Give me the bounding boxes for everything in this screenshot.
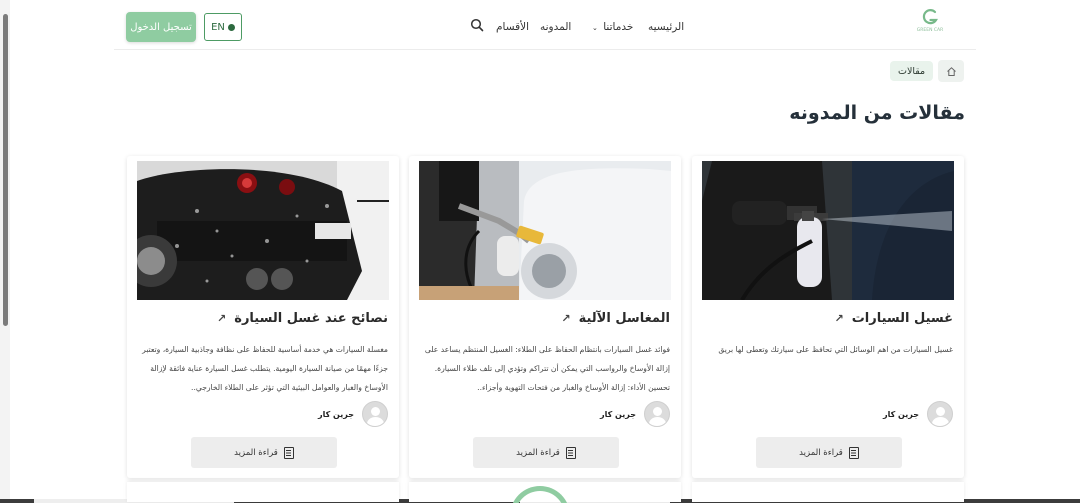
article-title-row[interactable]: غسيل السيارات ↗ xyxy=(834,311,953,326)
article-excerpt: فوائد غسل السيارات بانتظام الحفاظ على ال… xyxy=(424,345,670,392)
article-card[interactable]: نصائح عند غسل السيارة ↗ مغسلة السيارات ه… xyxy=(127,156,399,478)
next-row-card xyxy=(692,482,964,502)
read-more-button[interactable]: قراءة المزيد xyxy=(756,437,902,468)
breadcrumb-home[interactable] xyxy=(938,60,964,82)
read-more-label: قراءة المزيد xyxy=(799,447,843,458)
language-label: EN xyxy=(211,21,225,33)
nav-blog[interactable]: المدونه xyxy=(540,21,571,33)
author-name: جرين كار xyxy=(318,409,354,419)
article-title-row[interactable]: نصائح عند غسل السيارة ↗ xyxy=(217,311,388,326)
article-card[interactable]: المغاسل الآلية ↗ فوائد غسل السيارات بانت… xyxy=(409,156,681,478)
nav-categories[interactable]: الأقسام xyxy=(496,21,529,33)
site-logo[interactable]: GREEN CAR xyxy=(914,8,946,42)
read-more-label: قراءة المزيد xyxy=(516,447,560,458)
avatar xyxy=(644,401,670,427)
avatar xyxy=(362,401,388,427)
vertical-scrollbar[interactable] xyxy=(0,0,10,503)
page-title: مقالات من المدونه xyxy=(789,102,965,124)
article-author: جرين كار xyxy=(600,401,670,427)
article-title-row[interactable]: المغاسل الآلية ↗ xyxy=(561,311,670,326)
article-excerpt: مغسلة السيارات هي خدمة أساسية للحفاظ على… xyxy=(142,345,388,392)
site-header: تسجيل الدخول EN الرئيسيه خدماتنا ⌄ المدو… xyxy=(114,0,976,50)
logo-text: GREEN CAR xyxy=(916,28,944,33)
document-icon xyxy=(283,446,294,459)
article-image[interactable] xyxy=(419,161,671,300)
search-icon[interactable] xyxy=(470,18,484,32)
arrow-up-right-icon: ↗ xyxy=(561,312,571,325)
article-card[interactable]: غسيل السيارات ↗ غسيل السيارات من اهم الو… xyxy=(692,156,964,478)
read-more-label: قراءة المزيد xyxy=(234,447,278,458)
article-author: جرين كار xyxy=(318,401,388,427)
nav-home[interactable]: الرئيسيه xyxy=(648,21,684,33)
avatar xyxy=(927,401,953,427)
arrow-up-right-icon: ↗ xyxy=(217,312,227,325)
chevron-down-icon: ⌄ xyxy=(592,24,598,32)
nav-services[interactable]: خدماتنا ⌄ xyxy=(592,21,633,33)
document-icon xyxy=(848,446,859,459)
arrow-up-right-icon: ↗ xyxy=(834,312,844,325)
home-icon xyxy=(946,66,956,76)
article-image[interactable] xyxy=(137,161,389,300)
article-title: المغاسل الآلية xyxy=(578,311,670,326)
author-name: جرين كار xyxy=(883,409,919,419)
globe-icon xyxy=(227,23,235,31)
author-name: جرين كار xyxy=(600,409,636,419)
article-image[interactable] xyxy=(702,161,954,300)
logo-icon xyxy=(922,9,938,25)
article-title: غسيل السيارات xyxy=(851,311,953,326)
next-row-card xyxy=(127,482,399,502)
read-more-button[interactable]: قراءة المزيد xyxy=(473,437,619,468)
main-nav: الرئيسيه خدماتنا ⌄ المدونه الأقسام xyxy=(470,17,684,37)
article-author: جرين كار xyxy=(883,401,953,427)
article-excerpt: غسيل السيارات من اهم الوسائل التي تحافظ … xyxy=(718,345,953,354)
nav-services-label: خدماتنا xyxy=(603,21,634,33)
login-button[interactable]: تسجيل الدخول xyxy=(126,12,196,42)
breadcrumb-current[interactable]: مقالات xyxy=(890,61,934,81)
article-title: نصائح عند غسل السيارة xyxy=(234,311,388,326)
read-more-button[interactable]: قراءة المزيد xyxy=(191,437,337,468)
document-icon xyxy=(565,446,576,459)
language-button[interactable]: EN xyxy=(204,13,242,41)
scrollbar-thumb[interactable] xyxy=(3,14,8,326)
